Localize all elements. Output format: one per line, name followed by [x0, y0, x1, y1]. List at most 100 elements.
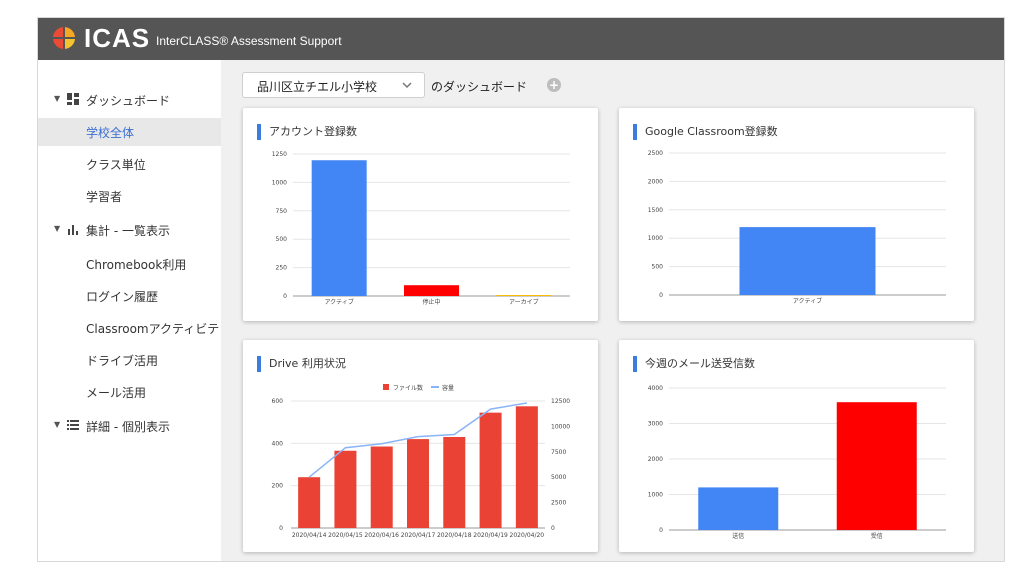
sidebar-item-class[interactable]: クラス単位: [38, 150, 221, 178]
y-tick-label: 4000: [648, 385, 663, 392]
sidebar-item-label: ログイン履歴: [86, 290, 159, 304]
bar: [443, 436, 466, 528]
y-tick-label-left: 600: [272, 398, 284, 405]
y-tick-label: 0: [659, 527, 663, 534]
bar: [479, 412, 502, 528]
add-dashboard-button[interactable]: +: [547, 78, 561, 92]
y-tick-label: 2000: [648, 178, 663, 185]
y-tick-label-right: 2500: [551, 500, 566, 507]
bar-chart-icon: [68, 225, 78, 235]
y-tick-label: 500: [652, 264, 664, 271]
logo-text: ICAS: [84, 23, 151, 53]
y-tick-label: 1000: [648, 492, 663, 499]
x-tick-label: 2020/04/17: [401, 532, 436, 539]
bar: [311, 160, 367, 296]
card-accounts: アカウント登録数 0 250 500 750 1000 1250 アクティブ 停止中 アーカイブ: [243, 108, 598, 321]
sidebar-item-chromebook[interactable]: Chromebook利用: [38, 250, 221, 278]
nav-group-label: ダッシュボード: [86, 94, 171, 108]
card-mail: 今週のメール送受信数 0 1000 2000 3000 4000 送信 受信: [619, 340, 974, 552]
x-tick-label: 2020/04/14: [292, 532, 327, 539]
caret-down-icon: ▼: [54, 94, 61, 103]
top-bar: ICAS InterCLASS® Assessment Support: [38, 18, 1004, 60]
bar: [515, 406, 538, 528]
main-content: 品川区立チエル小学校 のダッシュボード + アカウント登録数 0 250 500 75…: [221, 60, 1004, 561]
y-tick-label: 0: [283, 293, 287, 300]
y-tick-label: 1000: [272, 179, 287, 186]
card-classroom: Google Classroom登録数 0 500 1000 1500 2000 2500…: [619, 108, 974, 321]
y-tick-label: 500: [276, 236, 288, 243]
bar: [739, 227, 876, 295]
caret-down-icon: ▼: [54, 224, 61, 233]
y-tick-label-left: 0: [279, 525, 283, 532]
sidebar-item-label: Classroomアクティビテ: [86, 322, 220, 336]
sidebar-item-drive[interactable]: ドライブ活用: [38, 346, 221, 374]
school-select[interactable]: 品川区立チエル小学校: [242, 72, 425, 98]
school-select-value: 品川区立チエル小学校: [257, 80, 378, 94]
x-tick-label: 2020/04/18: [437, 532, 472, 539]
y-tick-label: 2000: [648, 456, 663, 463]
nav-group-dashboard[interactable]: ▼ ダッシュボード: [38, 86, 221, 114]
sidebar-item-label: 学校全体: [86, 126, 135, 140]
x-tick-label: 2020/04/15: [328, 532, 363, 539]
chevron-down-icon: [402, 82, 412, 89]
caret-down-icon: ▼: [54, 420, 61, 429]
y-tick-label-right: 0: [551, 525, 555, 532]
bar: [836, 402, 917, 530]
sidebar-item-login-history[interactable]: ログイン履歴: [38, 282, 221, 310]
y-tick-label-right: 12500: [551, 398, 570, 405]
dashboard-icon: [67, 93, 79, 105]
sidebar-item-label: クラス単位: [86, 158, 146, 172]
bar: [334, 450, 357, 528]
bar: [298, 477, 321, 528]
x-tick-label: 2020/04/16: [364, 532, 399, 539]
y-tick-label: 2500: [648, 150, 663, 157]
dashboard-suffix: のダッシュボード: [431, 80, 528, 94]
y-tick-label-right: 10000: [551, 423, 570, 430]
x-tick-label: 2020/04/19: [473, 532, 508, 539]
y-tick-label: 250: [276, 265, 288, 272]
mail-chart: 0 1000 2000 3000 4000 送信 受信: [648, 385, 946, 540]
sidebar-item-mail[interactable]: メール活用: [38, 378, 221, 406]
x-tick-label: 停止中: [422, 298, 440, 306]
sidebar-item-learner[interactable]: 学習者: [38, 182, 221, 210]
x-tick-label: 受信: [871, 532, 883, 540]
bar: [496, 295, 552, 296]
legend-swatch-files: [383, 384, 389, 390]
nav-group-detail[interactable]: ▼ 詳細 - 個別表示: [38, 412, 221, 440]
y-tick-label: 1000: [648, 235, 663, 242]
card-drive: Drive 利用状況 0 200 400 600 0 2500 5000 7500 10000 1…: [243, 340, 598, 552]
legend-label-files: ファイル数: [393, 384, 423, 392]
classroom-chart: 0 500 1000 1500 2000 2500 アクティブ: [648, 150, 946, 305]
nav-group-label: 集計 - 一覧表示: [86, 224, 170, 238]
nav-group-label: 詳細 - 個別表示: [86, 420, 170, 434]
y-tick-label: 3000: [648, 421, 663, 428]
y-tick-label-left: 200: [272, 483, 284, 490]
nav-group-summary[interactable]: ▼ 集計 - 一覧表示: [38, 216, 221, 244]
x-tick-label: アクティブ: [793, 297, 822, 305]
bar: [404, 285, 459, 296]
bar: [698, 487, 779, 530]
app-subtitle: InterCLASS® Assessment Support: [156, 34, 342, 48]
sidebar: ▼ ダッシュボード 学校全体 クラス単位 学習者 ▼ 集計 - 一覧表示 Chr…: [38, 60, 221, 561]
accounts-chart: 0 250 500 750 1000 1250 アクティブ 停止中 アーカイブ: [272, 151, 570, 306]
app-window: ICAS InterCLASS® Assessment Support ▼ ダッ…: [37, 17, 1005, 562]
y-tick-label-left: 400: [272, 440, 284, 447]
sidebar-item-label: Chromebook利用: [86, 258, 187, 272]
sidebar-item-classroom-activity[interactable]: Classroomアクティビテ: [38, 314, 221, 342]
sidebar-item-label: メール活用: [86, 386, 147, 400]
x-tick-label: アクティブ: [324, 298, 353, 306]
bar: [370, 446, 393, 528]
y-tick-label: 1250: [272, 151, 287, 158]
sidebar-item-label: 学習者: [86, 190, 123, 204]
y-tick-label: 1500: [648, 207, 663, 214]
x-tick-label: 送信: [732, 532, 744, 540]
y-tick-label-right: 7500: [551, 449, 566, 456]
list-icon: [67, 420, 79, 430]
bar: [407, 439, 429, 528]
x-tick-label: 2020/04/20: [510, 532, 545, 539]
legend-label-capacity: 容量: [442, 384, 454, 392]
icas-logo-icon: [53, 27, 75, 49]
y-tick-label-right: 5000: [551, 474, 566, 481]
drive-chart: 0 200 400 600 0 2500 5000 7500 10000 12500 ファイル数 容量…: [272, 384, 570, 539]
sidebar-item-school[interactable]: 学校全体: [38, 118, 221, 146]
